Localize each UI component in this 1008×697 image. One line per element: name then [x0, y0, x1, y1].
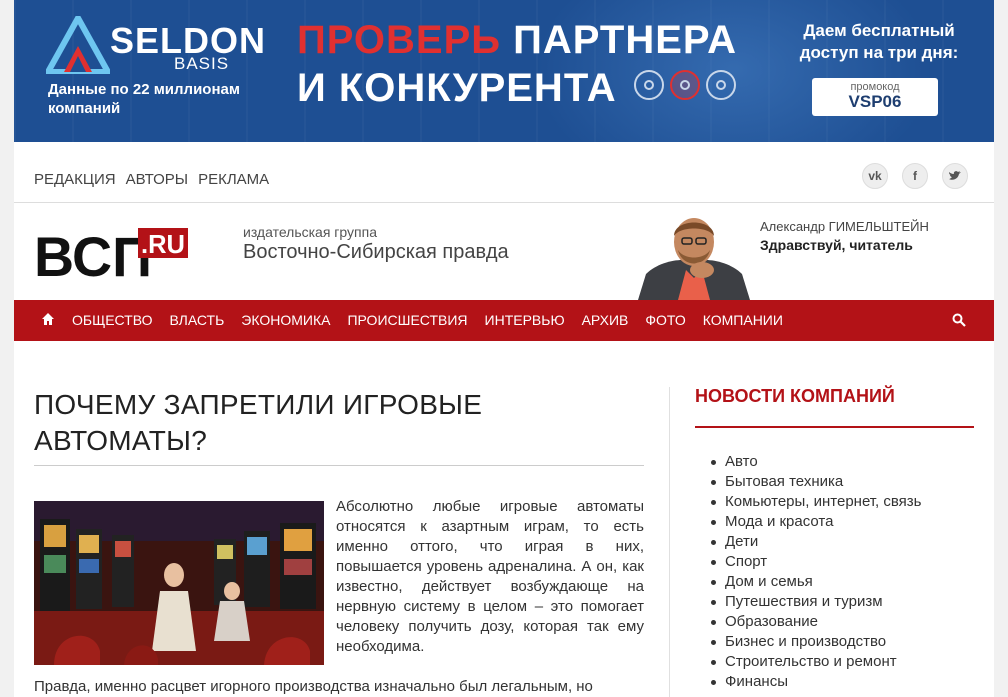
author-name[interactable]: Александр ГИМЕЛЬШТЕЙН: [760, 219, 929, 234]
banner-headline-rest: ПАРТНЕРА: [501, 18, 737, 62]
nav-item-photo[interactable]: ФОТО: [645, 312, 685, 328]
banner-promo-box: промокод VSP06: [812, 78, 938, 116]
category-list: Авто Бытовая техника Комьютеры, интернет…: [711, 452, 921, 692]
home-icon[interactable]: [41, 312, 55, 326]
seldon-logo-icon: [46, 16, 110, 74]
banner-headline-accent: ПРОВЕРЬ: [297, 18, 502, 62]
article-title: ПОЧЕМУ ЗАПРЕТИЛИ ИГРОВЫЕ АВТОМАТЫ?: [34, 389, 483, 456]
publisher-name: Восточно-Сибирская правда: [243, 241, 509, 263]
vk-icon[interactable]: vk: [862, 163, 888, 189]
banner-brand-sub: BASIS: [174, 54, 230, 73]
article-image[interactable]: [34, 501, 324, 665]
category-item[interactable]: Дети: [711, 532, 921, 552]
person-icon: [706, 70, 736, 100]
facebook-icon[interactable]: f: [902, 163, 928, 189]
category-item[interactable]: Путешествия и туризм: [711, 592, 921, 612]
nav-item-economy[interactable]: ЭКОНОМИКА: [241, 312, 330, 328]
category-item[interactable]: Спорт: [711, 552, 921, 572]
author-greeting[interactable]: Здравствуй, читатель: [760, 237, 913, 253]
logo-text: ВСП: [34, 226, 152, 280]
banner-headline-line1: ПРОВЕРЬ ПАРТНЕРА: [297, 18, 737, 63]
banner-tagline: Данные по 22 миллионам компаний: [48, 81, 240, 117]
main-nav: ОБЩЕСТВО ВЛАСТЬ ЭКОНОМИКА ПРОИСШЕСТВИЯ И…: [14, 300, 994, 341]
person-icon: [634, 70, 664, 100]
banner-offer: Даем бесплатный доступ на три дня:: [799, 21, 959, 62]
sidebar-divider: [695, 426, 974, 428]
category-item[interactable]: Образование: [711, 612, 921, 632]
nav-item-power[interactable]: ВЛАСТЬ: [170, 312, 225, 328]
category-item[interactable]: Строительство и ремонт: [711, 652, 921, 672]
twitter-icon[interactable]: [942, 163, 968, 189]
banner-person-icons: [634, 70, 736, 100]
article-paragraph-2: Правда, именно расцвет игорного производ…: [34, 678, 593, 695]
banner-headline-line2: И КОНКУРЕНТА: [297, 66, 617, 110]
nav-item-society[interactable]: ОБЩЕСТВО: [72, 312, 153, 328]
author-portrait[interactable]: [638, 212, 750, 300]
nav-item-interview[interactable]: ИНТЕРВЬЮ: [485, 312, 565, 328]
publisher-label: издательская группа: [243, 224, 377, 240]
top-links: РЕДАКЦИЯ АВТОРЫ РЕКЛАМА: [34, 171, 269, 188]
top-link-authors[interactable]: АВТОРЫ: [126, 171, 188, 188]
nav-items: ОБЩЕСТВО ВЛАСТЬ ЭКОНОМИКА ПРОИСШЕСТВИЯ И…: [72, 312, 783, 328]
search-icon[interactable]: [952, 313, 966, 327]
top-link-editorial[interactable]: РЕДАКЦИЯ: [34, 171, 116, 188]
title-divider: [34, 465, 644, 466]
category-item[interactable]: Мода и красота: [711, 512, 921, 532]
top-link-advertising[interactable]: РЕКЛАМА: [198, 171, 269, 188]
category-item[interactable]: Дом и семья: [711, 572, 921, 592]
category-item[interactable]: Бытовая техника: [711, 472, 921, 492]
nav-item-archive[interactable]: АРХИВ: [582, 312, 629, 328]
page: SELDON BASIS Данные по 22 миллионам комп…: [14, 0, 994, 697]
nav-item-companies[interactable]: КОМПАНИИ: [703, 312, 783, 328]
column-divider: [669, 387, 670, 697]
nav-item-incidents[interactable]: ПРОИСШЕСТВИЯ: [347, 312, 467, 328]
category-item[interactable]: Авто: [711, 452, 921, 472]
sidebar-title[interactable]: НОВОСТИ КОМПАНИЙ: [695, 386, 895, 407]
person-highlighted-icon: [670, 70, 700, 100]
article-paragraph-1: Абсолютно любые игровые автоматы относят…: [336, 498, 644, 655]
twitter-bird-glyph: [949, 171, 961, 180]
social-links: vk f: [862, 163, 968, 189]
promo-code: VSP06: [848, 92, 902, 111]
site-logo[interactable]: ВСП .RU: [34, 226, 188, 280]
divider: [14, 202, 994, 203]
category-item[interactable]: Финансы: [711, 672, 921, 692]
category-item[interactable]: Бизнес и производство: [711, 632, 921, 652]
logo-ru: .RU: [141, 229, 185, 259]
category-item[interactable]: Комьютеры, интернет, связь: [711, 492, 921, 512]
ad-banner[interactable]: SELDON BASIS Данные по 22 миллионам комп…: [14, 0, 994, 142]
